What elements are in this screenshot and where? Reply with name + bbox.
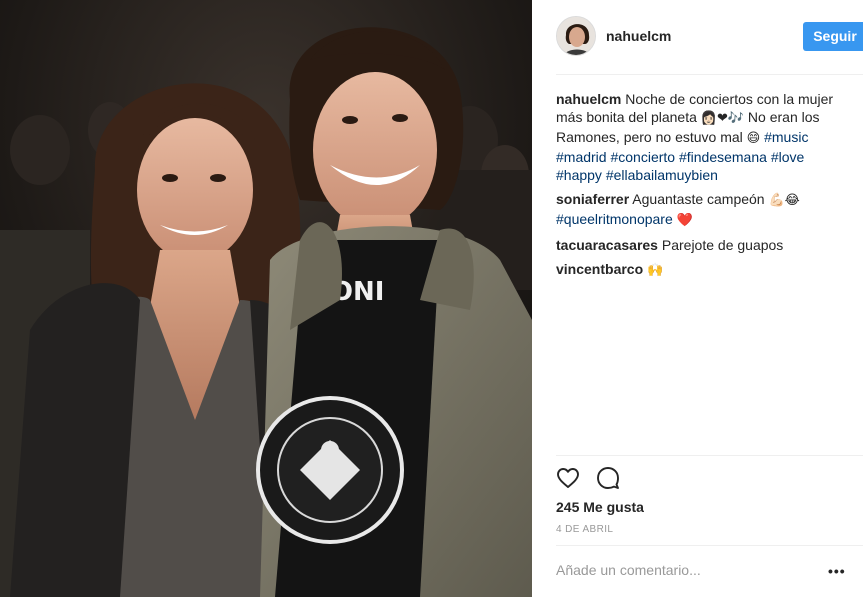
comment-item: vincentbarco 🙌: [556, 260, 846, 280]
hashtag-link[interactable]: #happy: [556, 167, 602, 183]
photo-illustration: MONI: [0, 0, 532, 597]
avatar-icon: [557, 17, 595, 55]
follow-button[interactable]: Seguir: [803, 22, 863, 51]
emoji: ❤️: [676, 213, 693, 228]
avatar[interactable]: [556, 16, 596, 56]
header-divider: [556, 74, 863, 75]
comment-text: Aguantaste campeón: [632, 191, 769, 207]
comment-author[interactable]: vincentbarco: [556, 261, 643, 277]
emoji: 💪🏻😂: [768, 193, 800, 208]
hashtag-link[interactable]: #music: [764, 129, 808, 145]
comment-author[interactable]: soniaferrer: [556, 191, 629, 207]
post-header: nahuelcm Seguir: [556, 16, 863, 60]
emoji: 👩🏻❤🎶: [700, 111, 745, 126]
comment-bubble-icon[interactable]: [596, 466, 620, 490]
post-photo[interactable]: MONI: [0, 0, 532, 597]
add-comment-input[interactable]: Añade un comentario...: [556, 562, 701, 578]
hashtag-link[interactable]: #madrid: [556, 149, 607, 165]
actions-divider: [556, 455, 863, 456]
hashtag-link[interactable]: #love: [771, 149, 804, 165]
comment-author[interactable]: tacuaracasares: [556, 237, 658, 253]
action-bar: [556, 466, 620, 492]
comment-item: soniaferrer Aguantaste campeón 💪🏻😂 #quee…: [556, 190, 846, 230]
post-date: 4 DE ABRIL: [556, 524, 614, 535]
hashtag-link[interactable]: #concierto: [610, 149, 675, 165]
comment-item: nahuelcm Noche de conciertos con la muje…: [556, 90, 846, 184]
more-options-button[interactable]: •••: [828, 564, 846, 578]
comments-list: nahuelcm Noche de conciertos con la muje…: [556, 90, 846, 286]
instagram-post: MONI nahuelcm Seguir nahuelcm Noche de c…: [0, 0, 863, 597]
heart-icon[interactable]: [556, 466, 580, 490]
hashtag-link[interactable]: #ellabailamuybien: [606, 167, 718, 183]
username[interactable]: nahuelcm: [606, 28, 671, 44]
post-side-panel: nahuelcm Seguir nahuelcm Noche de concie…: [532, 0, 863, 597]
likes-count[interactable]: 245 Me gusta: [556, 499, 644, 515]
emoji: 😄: [746, 131, 761, 146]
comment-item: tacuaracasares Parejote de guapos: [556, 236, 846, 254]
comment-author[interactable]: nahuelcm: [556, 91, 621, 107]
hashtag-link[interactable]: #queelritmonopare: [556, 211, 673, 227]
hashtag-link[interactable]: #findesemana: [679, 149, 767, 165]
comment-text: Parejote de guapos: [661, 237, 784, 253]
emoji: 🙌: [647, 263, 664, 278]
comment-divider: [556, 545, 863, 546]
